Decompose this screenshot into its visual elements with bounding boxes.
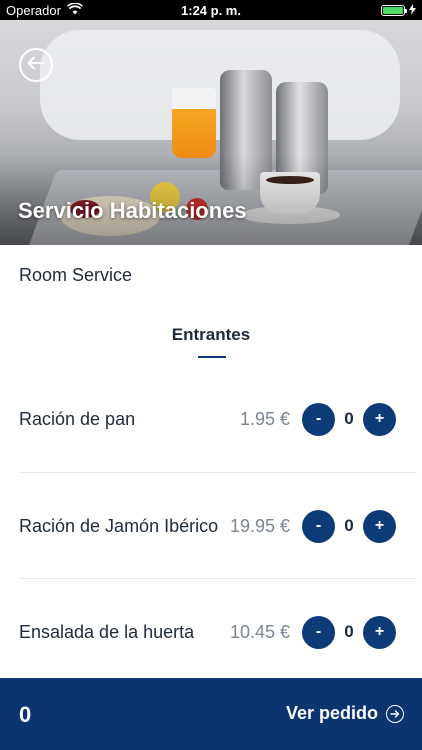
arrow-left-icon xyxy=(27,56,45,75)
section-title: Entrantes xyxy=(171,325,251,344)
item-name: Ración de pan xyxy=(19,408,136,429)
item-price: 10.45 € xyxy=(229,621,290,642)
hero-image: Servicio Habitaciones xyxy=(0,20,422,245)
item-quantity: 0 xyxy=(344,622,354,641)
order-bar: 0 Ver pedido xyxy=(0,678,422,750)
item-name: Ensalada de la huerta xyxy=(19,621,195,642)
juice-glass-shape xyxy=(172,88,216,158)
arrow-right-circle-icon xyxy=(386,704,404,723)
minus-icon: - xyxy=(315,517,322,534)
view-order-label: Ver pedido xyxy=(285,703,378,723)
decrease-quantity-button[interactable]: - xyxy=(302,509,335,543)
plus-icon: + xyxy=(374,623,385,640)
item-price: 19.95 € xyxy=(229,515,290,536)
status-left: Operador xyxy=(6,1,83,18)
order-count: 0 xyxy=(19,702,32,727)
increase-quantity-button[interactable]: + xyxy=(363,615,396,649)
increase-quantity-button[interactable]: + xyxy=(363,509,396,543)
charging-bolt-icon xyxy=(409,3,416,18)
status-right xyxy=(381,3,416,18)
increase-quantity-button[interactable]: + xyxy=(363,402,396,436)
battery-icon xyxy=(381,4,407,16)
back-button[interactable] xyxy=(19,48,53,82)
battery-level xyxy=(383,6,403,14)
view-order-button[interactable]: Ver pedido xyxy=(286,703,404,724)
minus-icon: - xyxy=(315,623,322,640)
plus-icon: + xyxy=(374,410,385,427)
page-subtitle: Room Service xyxy=(19,265,133,285)
menu-item: Ración de pan 1.95 € - 0 + xyxy=(0,366,422,472)
item-name: Ración de Jamón Ibérico xyxy=(19,515,219,536)
section-underline xyxy=(198,356,226,358)
item-price: 1.95 € xyxy=(239,408,290,429)
carrier-label: Operador xyxy=(6,2,61,18)
decrease-quantity-button[interactable]: - xyxy=(302,615,335,649)
decrease-quantity-button[interactable]: - xyxy=(302,402,335,436)
menu-item: Ensalada de la huerta 10.45 € - 0 + xyxy=(0,579,422,685)
menu-item: Ración de Jamón Ibérico 19.95 € - 0 + xyxy=(0,473,422,579)
wifi-icon xyxy=(66,1,83,18)
page-title: Servicio Habitaciones xyxy=(18,198,247,223)
item-quantity: 0 xyxy=(344,409,354,428)
status-bar: Operador 1:24 p. m. xyxy=(0,0,422,20)
minus-icon: - xyxy=(315,410,322,427)
plus-icon: + xyxy=(374,517,385,534)
item-quantity: 0 xyxy=(344,516,354,535)
